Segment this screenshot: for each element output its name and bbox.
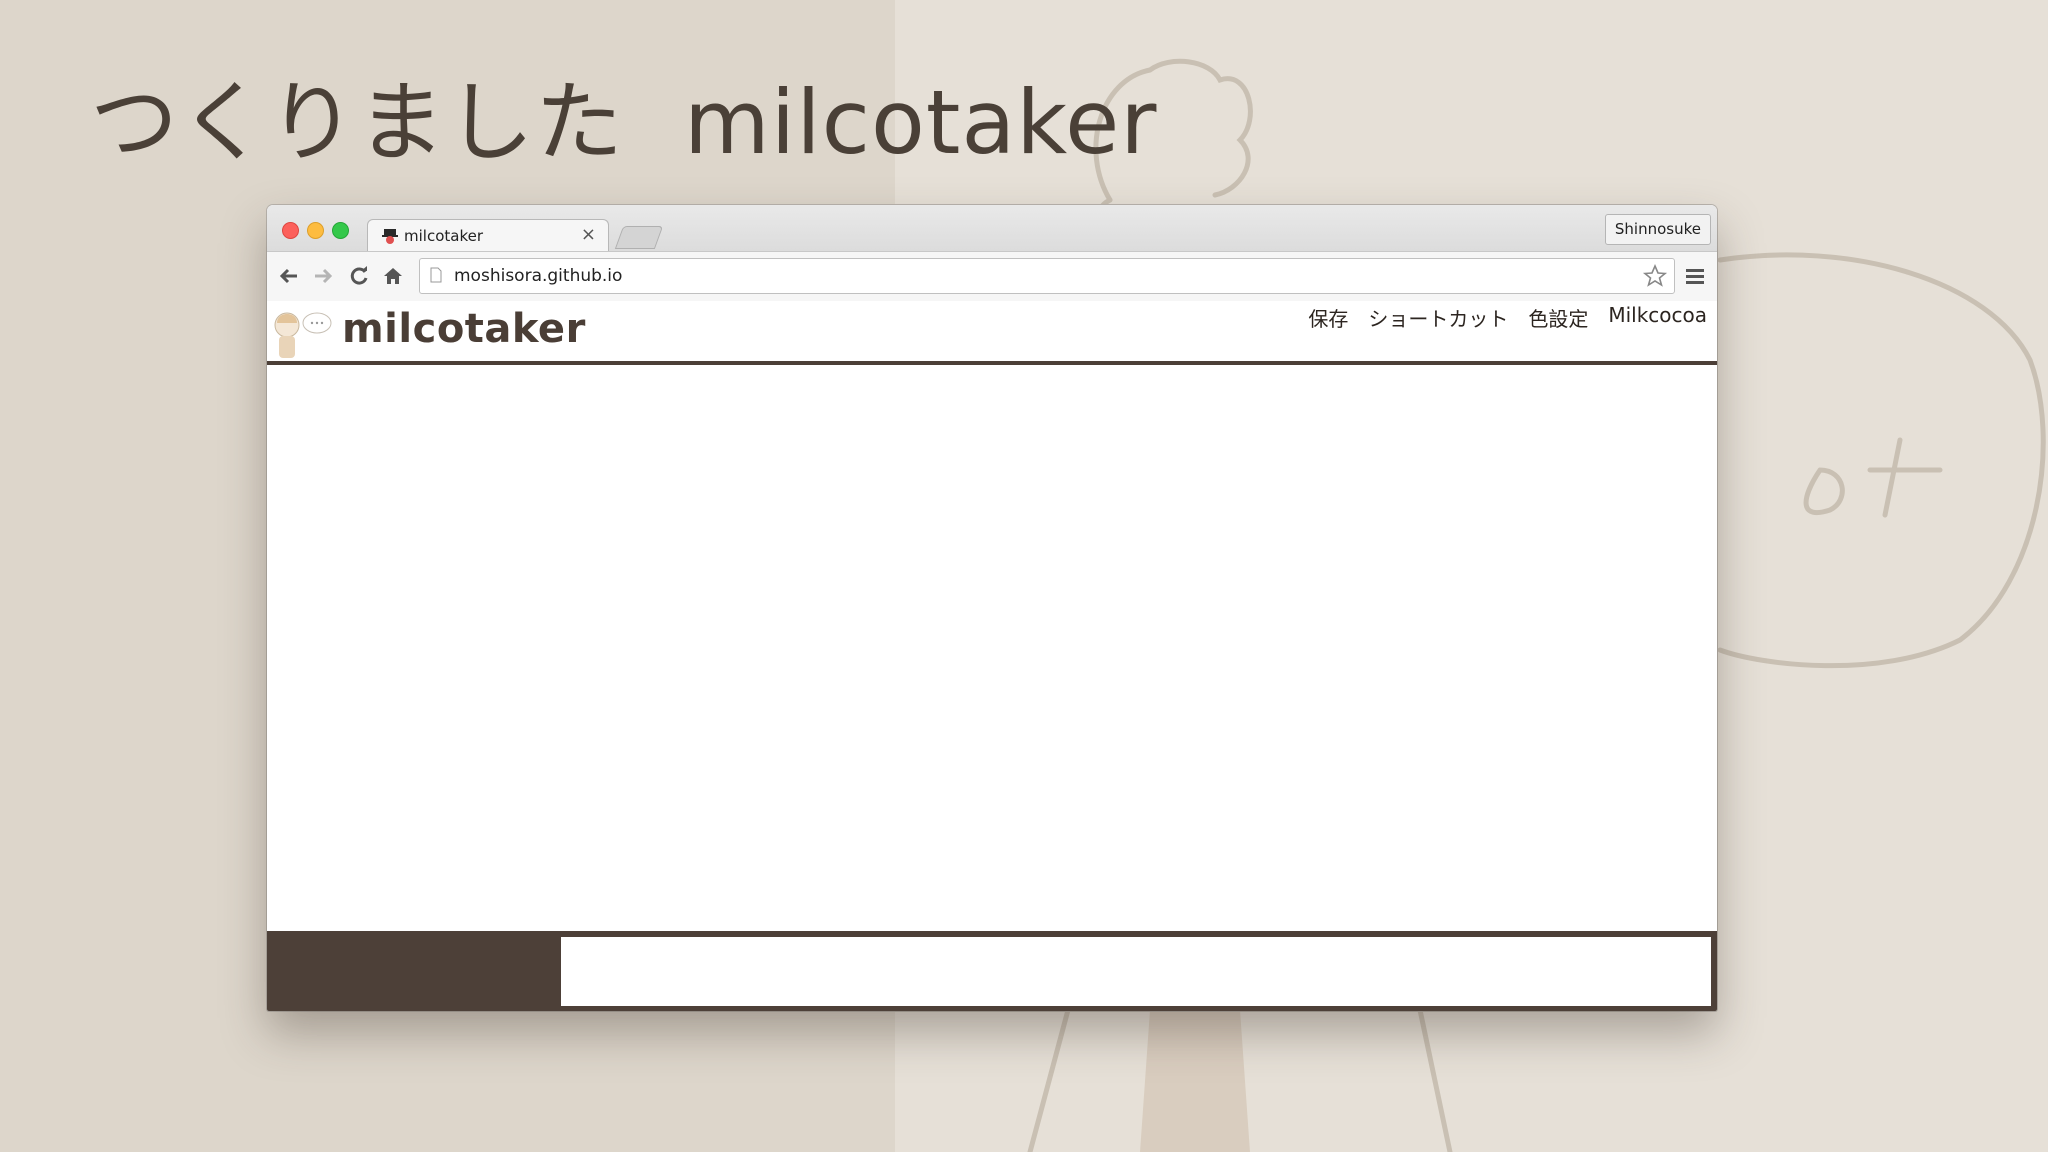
page-icon bbox=[430, 267, 442, 283]
slide-title: つくりました milcotaker bbox=[90, 52, 1157, 179]
browser-toolbar: moshisora.github.io bbox=[267, 251, 1717, 302]
nav-shortcut[interactable]: ショートカット bbox=[1368, 303, 1508, 332]
nav-color-settings[interactable]: 色設定 bbox=[1528, 303, 1588, 332]
hamburger-menu-icon[interactable] bbox=[1685, 266, 1705, 286]
browser-window: milcotaker × Shinnosuke moshisora.github… bbox=[267, 205, 1717, 1011]
back-arrow-icon[interactable] bbox=[277, 264, 301, 288]
site-title: milcotaker bbox=[342, 306, 586, 352]
nav-save[interactable]: 保存 bbox=[1308, 303, 1348, 332]
slide-title-app-name: milcotaker bbox=[684, 71, 1158, 174]
profile-button[interactable]: Shinnosuke bbox=[1604, 214, 1711, 245]
maximize-window-button[interactable] bbox=[332, 222, 349, 239]
url-text: moshisora.github.io bbox=[454, 266, 623, 286]
reload-icon[interactable] bbox=[347, 264, 371, 288]
message-input[interactable] bbox=[561, 937, 1711, 1006]
slide-title-japanese: つくりました bbox=[90, 71, 625, 174]
main-content-area bbox=[267, 365, 1717, 935]
site-nav: 保存 ショートカット 色設定 Milkcocoa bbox=[1308, 303, 1707, 332]
nav-milkcocoa[interactable]: Milkcocoa bbox=[1608, 303, 1707, 332]
home-icon[interactable] bbox=[381, 264, 405, 288]
browser-tab-milcotaker[interactable]: milcotaker × bbox=[367, 219, 609, 253]
new-tab-button[interactable] bbox=[614, 226, 664, 249]
minimize-window-button[interactable] bbox=[307, 222, 324, 239]
tab-title: milcotaker bbox=[404, 227, 483, 245]
forward-arrow-icon[interactable] bbox=[311, 264, 335, 288]
browser-tabstrip: milcotaker × Shinnosuke bbox=[267, 205, 1717, 253]
tab-close-icon[interactable]: × bbox=[581, 224, 596, 245]
mascot-logo-icon bbox=[274, 312, 332, 358]
address-bar[interactable]: moshisora.github.io bbox=[419, 258, 1675, 294]
site-header: milcotaker 保存 ショートカット 色設定 Milkcocoa bbox=[267, 301, 1717, 365]
close-window-button[interactable] bbox=[282, 222, 299, 239]
milcotaker-favicon-icon bbox=[382, 229, 398, 244]
bookmark-star-icon[interactable] bbox=[1642, 263, 1668, 289]
footer-bar bbox=[267, 931, 1717, 1011]
